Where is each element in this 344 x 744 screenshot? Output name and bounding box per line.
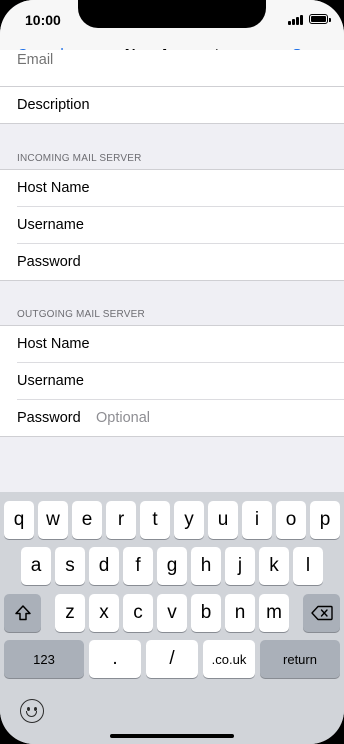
key-i[interactable]: i bbox=[242, 501, 272, 539]
key-d[interactable]: d bbox=[89, 547, 119, 585]
key-t[interactable]: t bbox=[140, 501, 170, 539]
key-l[interactable]: l bbox=[293, 547, 323, 585]
outgoing-username-field[interactable]: Username bbox=[0, 363, 344, 400]
incoming-host-name-label: Host Name bbox=[17, 180, 90, 196]
notch bbox=[78, 0, 266, 28]
divider bbox=[0, 123, 344, 124]
key-n[interactable]: n bbox=[225, 594, 255, 632]
key-c[interactable]: c bbox=[123, 594, 153, 632]
outgoing-password-label: Password bbox=[17, 410, 81, 426]
key-r[interactable]: r bbox=[106, 501, 136, 539]
keyboard: q w e r t y u i o p a s d f g h j k l z … bbox=[0, 492, 344, 744]
key-f[interactable]: f bbox=[123, 547, 153, 585]
domain-key[interactable]: .co.uk bbox=[203, 640, 255, 678]
key-e[interactable]: e bbox=[72, 501, 102, 539]
return-key[interactable]: return bbox=[260, 640, 340, 678]
status-time: 10:00 bbox=[25, 12, 61, 28]
outgoing-password-placeholder[interactable]: Optional bbox=[96, 410, 150, 426]
battery-icon bbox=[309, 14, 331, 24]
key-h[interactable]: h bbox=[191, 547, 221, 585]
incoming-username-field[interactable]: Username bbox=[0, 207, 344, 244]
description-label: Description bbox=[17, 97, 90, 113]
incoming-password-label: Password bbox=[17, 254, 81, 270]
key-s[interactable]: s bbox=[55, 547, 85, 585]
key-p[interactable]: p bbox=[310, 501, 340, 539]
key-w[interactable]: w bbox=[38, 501, 68, 539]
incoming-section-header: INCOMING MAIL SERVER bbox=[17, 153, 142, 164]
key-x[interactable]: x bbox=[89, 594, 119, 632]
divider bbox=[0, 280, 344, 281]
emoji-icon[interactable] bbox=[20, 699, 44, 723]
description-field[interactable]: Description bbox=[0, 87, 344, 124]
account-form: Email Description INCOMING MAIL SERVER H… bbox=[0, 50, 344, 492]
shift-key[interactable] bbox=[4, 594, 41, 632]
outgoing-host-name-label: Host Name bbox=[17, 336, 90, 352]
key-o[interactable]: o bbox=[276, 501, 306, 539]
delete-key[interactable] bbox=[303, 594, 340, 632]
status-bar: 10:00 bbox=[0, 0, 344, 36]
email-cell[interactable]: Email bbox=[0, 50, 344, 87]
divider bbox=[0, 436, 344, 437]
delete-icon bbox=[310, 605, 333, 621]
home-indicator[interactable] bbox=[110, 734, 234, 738]
incoming-host-name-field[interactable]: Host Name bbox=[0, 170, 344, 207]
key-g[interactable]: g bbox=[157, 547, 187, 585]
phone-screen: 10:00 Cancel New Account Save Email Desc… bbox=[0, 0, 344, 744]
key-k[interactable]: k bbox=[259, 547, 289, 585]
key-q[interactable]: q bbox=[4, 501, 34, 539]
shift-icon bbox=[14, 605, 31, 621]
key-z[interactable]: z bbox=[55, 594, 85, 632]
outgoing-username-label: Username bbox=[17, 373, 84, 389]
dot-key[interactable]: . bbox=[89, 640, 141, 678]
incoming-password-field[interactable]: Password bbox=[0, 244, 344, 281]
key-m[interactable]: m bbox=[259, 594, 289, 632]
key-v[interactable]: v bbox=[157, 594, 187, 632]
incoming-username-label: Username bbox=[17, 217, 84, 233]
email-label: Email bbox=[17, 52, 54, 68]
key-j[interactable]: j bbox=[225, 547, 255, 585]
signal-icon bbox=[288, 15, 304, 25]
key-y[interactable]: y bbox=[174, 501, 204, 539]
key-b[interactable]: b bbox=[191, 594, 221, 632]
key-u[interactable]: u bbox=[208, 501, 238, 539]
outgoing-section-header: OUTGOING MAIL SERVER bbox=[17, 309, 145, 320]
outgoing-host-name-field[interactable]: Host Name bbox=[0, 326, 344, 363]
key-a[interactable]: a bbox=[21, 547, 51, 585]
slash-key[interactable]: / bbox=[146, 640, 198, 678]
outgoing-password-field[interactable]: Password Optional bbox=[0, 400, 344, 437]
numbers-key[interactable]: 123 bbox=[4, 640, 84, 678]
